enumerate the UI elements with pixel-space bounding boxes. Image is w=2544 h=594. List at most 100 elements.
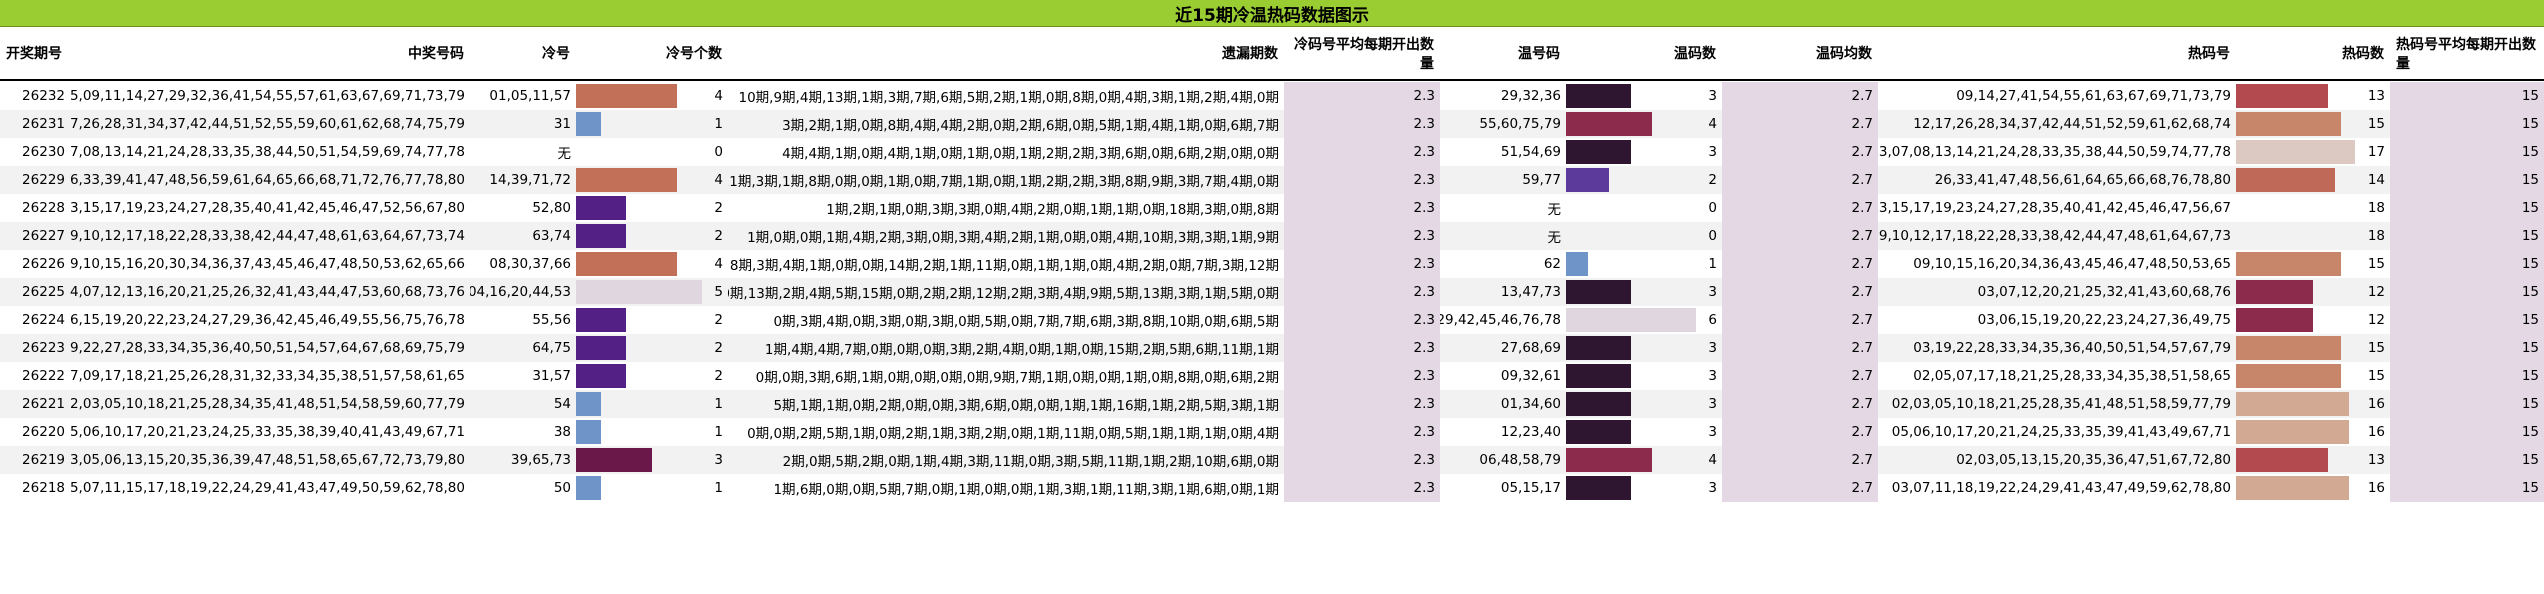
cell-period[interactable]: 26231: [0, 110, 70, 138]
cell-period[interactable]: 26220: [0, 418, 70, 446]
cell-warm-numbers[interactable]: 无: [1440, 194, 1566, 222]
cell-cold-avg[interactable]: 2.3: [1284, 278, 1440, 306]
cell-hot-avg[interactable]: 15: [2390, 222, 2544, 250]
header-hot[interactable]: 热码号: [1878, 28, 2236, 81]
cell-winning-numbers[interactable]: 08,09,10,15,16,20,30,34,36,37,43,45,46,4…: [70, 250, 470, 278]
header-warm-count[interactable]: 温码数: [1566, 28, 1722, 81]
cell-miss-periods[interactable]: 8期,3期,4期,1期,0期,0期,14期,2期,1期,11期,0期,1期,1期…: [728, 250, 1284, 278]
cell-hot-avg[interactable]: 15: [2390, 474, 2544, 502]
cell-hot-avg[interactable]: 15: [2390, 110, 2544, 138]
cell-warm-avg[interactable]: 2.7: [1722, 110, 1878, 138]
cell-hot-avg[interactable]: 15: [2390, 362, 2544, 390]
cell-miss-periods[interactable]: 1期,0期,0期,1期,4期,2期,3期,0期,3期,4期,2期,1期,0期,0…: [728, 222, 1284, 250]
cell-warm-numbers[interactable]: 05,15,17: [1440, 474, 1566, 502]
cell-winning-numbers[interactable]: 12,17,26,28,31,34,37,42,44,51,52,55,59,6…: [70, 110, 470, 138]
cold-count-cell[interactable]: 1: [576, 390, 728, 418]
hot-count-cell[interactable]: 18: [2236, 194, 2390, 222]
cell-miss-periods[interactable]: 1期,6期,0期,0期,5期,7期,0期,1期,0期,0期,1期,3期,1期,1…: [728, 474, 1284, 502]
cell-period[interactable]: 26224: [0, 306, 70, 334]
cell-warm-numbers[interactable]: 12,23,40: [1440, 418, 1566, 446]
cold-count-cell[interactable]: 1: [576, 418, 728, 446]
cell-warm-avg[interactable]: 2.7: [1722, 390, 1878, 418]
cold-count-cell[interactable]: 2: [576, 362, 728, 390]
cell-warm-numbers[interactable]: 59,77: [1440, 166, 1566, 194]
cell-miss-periods[interactable]: 0期,13期,2期,4期,5期,15期,0期,2期,2期,12期,2期,3期,4…: [728, 278, 1284, 306]
hot-count-cell[interactable]: 15: [2236, 110, 2390, 138]
cell-hot-numbers[interactable]: 04,09,10,12,17,18,22,28,33,38,42,44,47,4…: [1878, 222, 2236, 250]
cell-hot-numbers[interactable]: 03,07,08,13,14,21,24,28,33,35,38,44,50,5…: [1878, 138, 2236, 166]
cell-hot-avg[interactable]: 15: [2390, 334, 2544, 362]
cell-warm-avg[interactable]: 2.7: [1722, 334, 1878, 362]
header-cold-avg[interactable]: 冷码号平均每期开出数量: [1284, 28, 1440, 81]
cold-count-cell[interactable]: 2: [576, 334, 728, 362]
cell-miss-periods[interactable]: 4期,4期,1期,0期,4期,1期,0期,1期,0期,1期,2期,2期,3期,6…: [728, 138, 1284, 166]
cell-cold-numbers[interactable]: 64,75: [470, 334, 576, 362]
warm-count-cell[interactable]: 0: [1566, 222, 1722, 250]
cold-count-cell[interactable]: 2: [576, 306, 728, 334]
cell-cold-numbers[interactable]: 31,57: [470, 362, 576, 390]
cell-cold-avg[interactable]: 2.3: [1284, 474, 1440, 502]
cell-winning-numbers[interactable]: 02,03,05,06,13,15,20,35,36,39,47,48,51,5…: [70, 446, 470, 474]
header-warm[interactable]: 温号码: [1440, 28, 1566, 81]
cell-hot-avg[interactable]: 15: [2390, 82, 2544, 110]
cell-cold-avg[interactable]: 2.3: [1284, 306, 1440, 334]
cell-hot-numbers[interactable]: 12,17,26,28,34,37,42,44,51,52,59,61,62,6…: [1878, 110, 2236, 138]
cold-count-cell[interactable]: 4: [576, 82, 728, 110]
header-miss[interactable]: 遗漏期数: [728, 28, 1284, 81]
cell-cold-avg[interactable]: 2.3: [1284, 138, 1440, 166]
cold-count-cell[interactable]: 1: [576, 110, 728, 138]
hot-count-cell[interactable]: 12: [2236, 306, 2390, 334]
cell-warm-avg[interactable]: 2.7: [1722, 362, 1878, 390]
cold-count-cell[interactable]: 1: [576, 474, 728, 502]
cell-miss-periods[interactable]: 5期,1期,1期,0期,2期,0期,0期,3期,6期,0期,0期,1期,1期,1…: [728, 390, 1284, 418]
cell-hot-avg[interactable]: 15: [2390, 138, 2544, 166]
header-cold-count[interactable]: 冷号个数: [576, 28, 728, 81]
cell-miss-periods[interactable]: 0期,0期,3期,6期,1期,0期,0期,0期,0期,9期,7期,1期,0期,0…: [728, 362, 1284, 390]
cell-warm-avg[interactable]: 2.7: [1722, 250, 1878, 278]
warm-count-cell[interactable]: 3: [1566, 82, 1722, 110]
hot-count-cell[interactable]: 13: [2236, 82, 2390, 110]
cell-winning-numbers[interactable]: 01,02,03,05,10,18,21,25,28,34,35,41,48,5…: [70, 390, 470, 418]
warm-count-cell[interactable]: 6: [1566, 306, 1722, 334]
cell-period[interactable]: 26232: [0, 82, 70, 110]
cell-hot-numbers[interactable]: 09,14,27,41,54,55,61,63,67,69,71,73,79: [1878, 82, 2236, 110]
cell-miss-periods[interactable]: 0期,3期,4期,0期,3期,0期,3期,0期,5期,0期,7期,7期,6期,3…: [728, 306, 1284, 334]
cell-period[interactable]: 26227: [0, 222, 70, 250]
cell-hot-numbers[interactable]: 03,19,22,28,33,34,35,36,40,50,51,54,57,6…: [1878, 334, 2236, 362]
cell-miss-periods[interactable]: 10期,9期,4期,13期,1期,3期,7期,6期,5期,2期,1期,0期,8期…: [728, 82, 1284, 110]
warm-count-cell[interactable]: 3: [1566, 418, 1722, 446]
cell-warm-avg[interactable]: 2.7: [1722, 446, 1878, 474]
cell-winning-numbers[interactable]: 03,07,08,13,14,21,24,28,33,35,38,44,50,5…: [70, 138, 470, 166]
hot-count-cell[interactable]: 18: [2236, 222, 2390, 250]
hot-count-cell[interactable]: 16: [2236, 418, 2390, 446]
cold-count-cell[interactable]: 4: [576, 166, 728, 194]
hot-count-cell[interactable]: 16: [2236, 390, 2390, 418]
cell-warm-avg[interactable]: 2.7: [1722, 138, 1878, 166]
header-cold[interactable]: 冷号: [470, 28, 576, 81]
cell-miss-periods[interactable]: 1期,4期,4期,7期,0期,0期,0期,3期,2期,4期,0期,1期,0期,1…: [728, 334, 1284, 362]
cell-winning-numbers[interactable]: 05,06,10,17,20,21,23,24,25,33,35,38,39,4…: [70, 418, 470, 446]
cell-cold-numbers[interactable]: 08,30,37,66: [470, 250, 576, 278]
cell-winning-numbers[interactable]: 08,13,15,17,19,23,24,27,28,35,40,41,42,4…: [70, 194, 470, 222]
cell-warm-numbers[interactable]: 09,32,61: [1440, 362, 1566, 390]
warm-count-cell[interactable]: 3: [1566, 278, 1722, 306]
cell-warm-avg[interactable]: 2.7: [1722, 474, 1878, 502]
cell-hot-numbers[interactable]: 26,33,41,47,48,56,61,64,65,66,68,76,78,8…: [1878, 166, 2236, 194]
header-hot-count[interactable]: 热码数: [2236, 28, 2390, 81]
cell-period[interactable]: 26219: [0, 446, 70, 474]
cell-hot-avg[interactable]: 15: [2390, 194, 2544, 222]
hot-count-cell[interactable]: 15: [2236, 362, 2390, 390]
cell-warm-numbers[interactable]: 29,42,45,46,76,78: [1440, 306, 1566, 334]
cell-hot-avg[interactable]: 15: [2390, 166, 2544, 194]
cell-period[interactable]: 26218: [0, 474, 70, 502]
header-period[interactable]: 开奖期号: [0, 28, 70, 81]
cell-period[interactable]: 26225: [0, 278, 70, 306]
cold-count-cell[interactable]: 0: [576, 138, 728, 166]
cell-cold-numbers[interactable]: 39,65,73: [470, 446, 576, 474]
hot-count-cell[interactable]: 16: [2236, 474, 2390, 502]
cell-period[interactable]: 26223: [0, 334, 70, 362]
hot-count-cell[interactable]: 13: [2236, 446, 2390, 474]
cell-warm-numbers[interactable]: 06,48,58,79: [1440, 446, 1566, 474]
cell-warm-avg[interactable]: 2.7: [1722, 306, 1878, 334]
cell-period[interactable]: 26228: [0, 194, 70, 222]
